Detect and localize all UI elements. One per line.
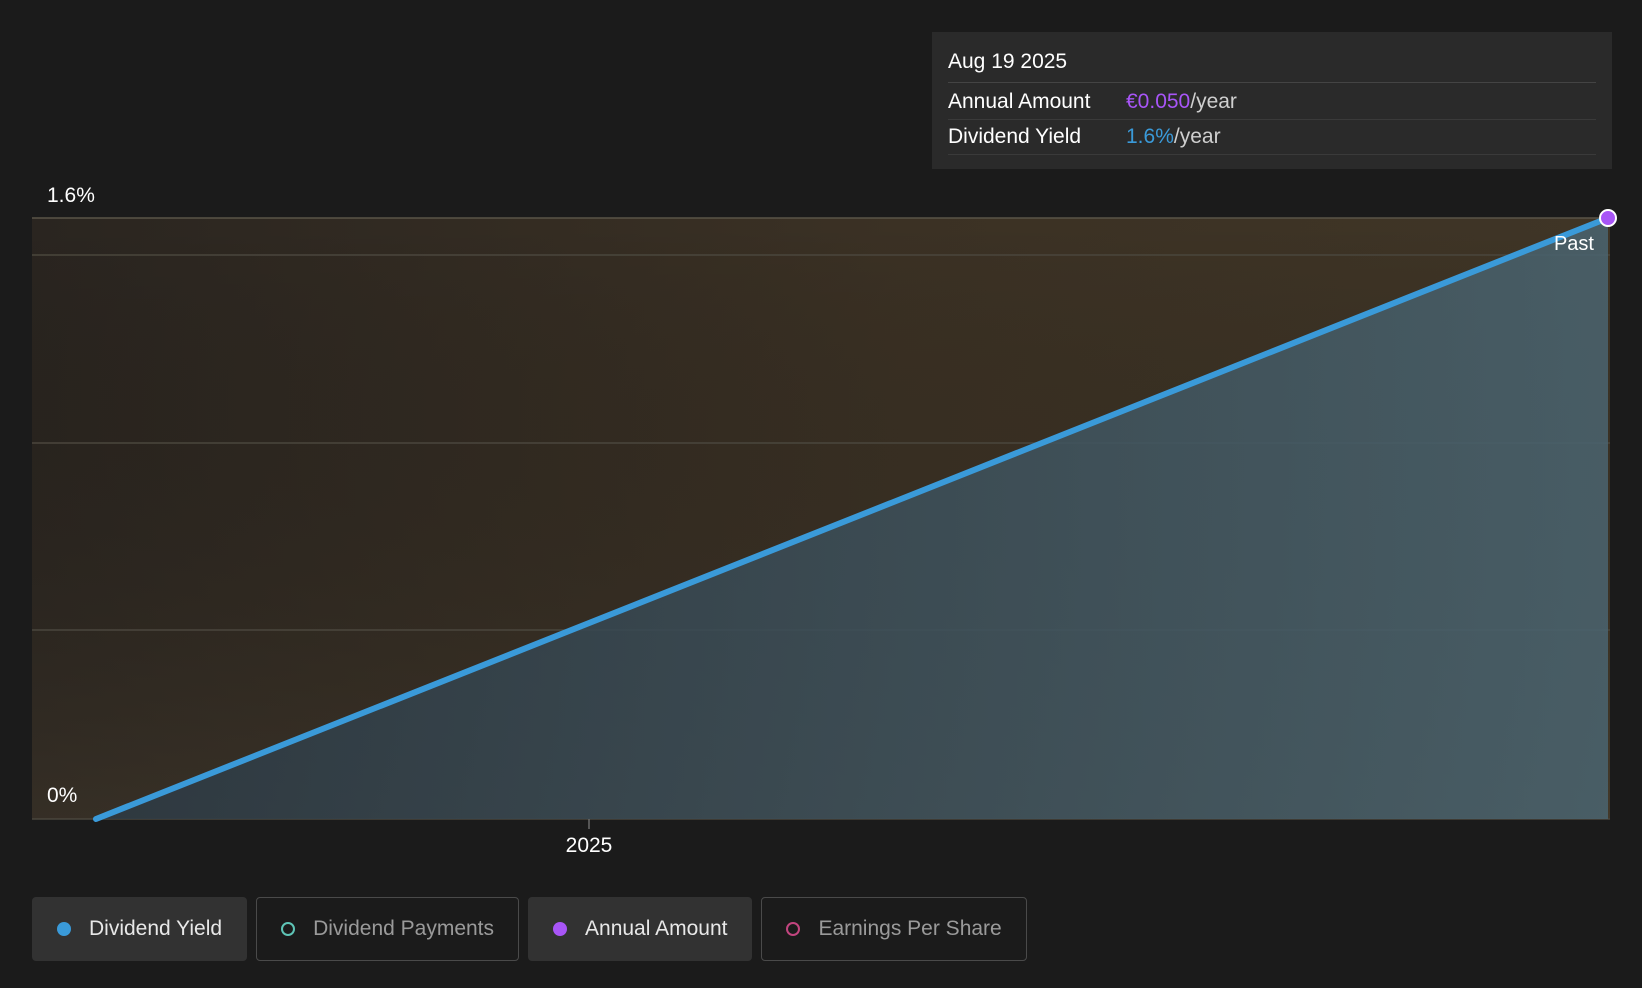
- legend: Dividend Yield Dividend Payments Annual …: [32, 897, 1027, 961]
- tooltip-row-annual-amount: Annual Amount €0.050 /year: [948, 85, 1596, 120]
- y-tick-label-max: 1.6%: [47, 184, 95, 207]
- legend-label: Annual Amount: [585, 917, 728, 940]
- tooltip-panel: Aug 19 2025 Annual Amount €0.050 /year D…: [932, 32, 1612, 169]
- legend-dot-icon: [553, 922, 568, 936]
- tooltip-date: Aug 19 2025: [948, 46, 1596, 83]
- annual-amount-marker[interactable]: [1599, 209, 1617, 227]
- tooltip-value: 1.6%: [1126, 125, 1174, 148]
- y-tick-label-min: 0%: [47, 784, 77, 807]
- tooltip-unit: /year: [1190, 90, 1237, 113]
- x-tick-label-2025: 2025: [566, 834, 613, 857]
- past-region-label: Past: [1554, 233, 1594, 255]
- legend-dot-icon: [281, 922, 296, 936]
- tooltip-unit: /year: [1173, 125, 1221, 148]
- tooltip-value: €0.050: [1126, 90, 1191, 113]
- legend-toggle-dividend-yield[interactable]: Dividend Yield: [32, 897, 248, 961]
- tooltip-label: Annual Amount: [948, 90, 1091, 113]
- legend-label: Dividend Yield: [89, 917, 223, 940]
- legend-toggle-dividend-payments[interactable]: Dividend Payments: [256, 897, 520, 961]
- legend-label: Dividend Payments: [313, 917, 495, 940]
- legend-dot-icon: [57, 922, 71, 936]
- legend-toggle-earnings-per-share[interactable]: Earnings Per Share: [761, 897, 1027, 961]
- legend-dot-icon: [786, 922, 801, 936]
- tooltip-row-dividend-yield: Dividend Yield 1.6% /year: [948, 120, 1596, 155]
- tooltip-label: Dividend Yield: [948, 125, 1082, 148]
- legend-toggle-annual-amount[interactable]: Annual Amount: [528, 897, 753, 961]
- legend-label: Earnings Per Share: [818, 917, 1002, 940]
